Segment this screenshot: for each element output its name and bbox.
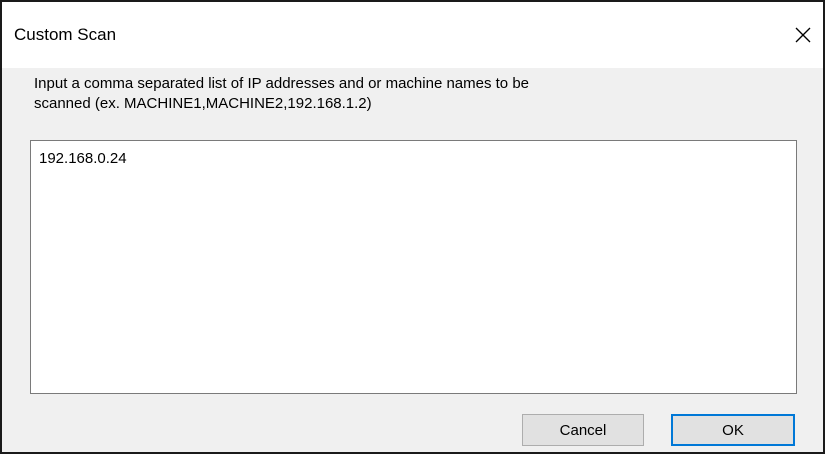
window-title: Custom Scan xyxy=(14,25,117,44)
close-icon xyxy=(795,27,811,43)
title-bar: Custom Scan xyxy=(2,2,823,68)
instructions-line-1: Input a comma separated list of IP addre… xyxy=(34,75,529,92)
custom-scan-dialog: Custom Scan Input a comma separated list… xyxy=(0,0,825,454)
close-button[interactable] xyxy=(783,18,823,52)
instructions-label: Input a comma separated list of IP addre… xyxy=(34,74,734,114)
ok-button[interactable]: OK xyxy=(671,414,795,446)
cancel-button-label: Cancel xyxy=(559,421,607,439)
cancel-button[interactable]: Cancel xyxy=(522,414,644,446)
targets-input[interactable]: 192.168.0.24 xyxy=(30,140,797,394)
instructions-line-2: scanned (ex. MACHINE1,MACHINE2,192.168.1… xyxy=(34,95,372,112)
ok-button-label: OK xyxy=(722,421,744,439)
